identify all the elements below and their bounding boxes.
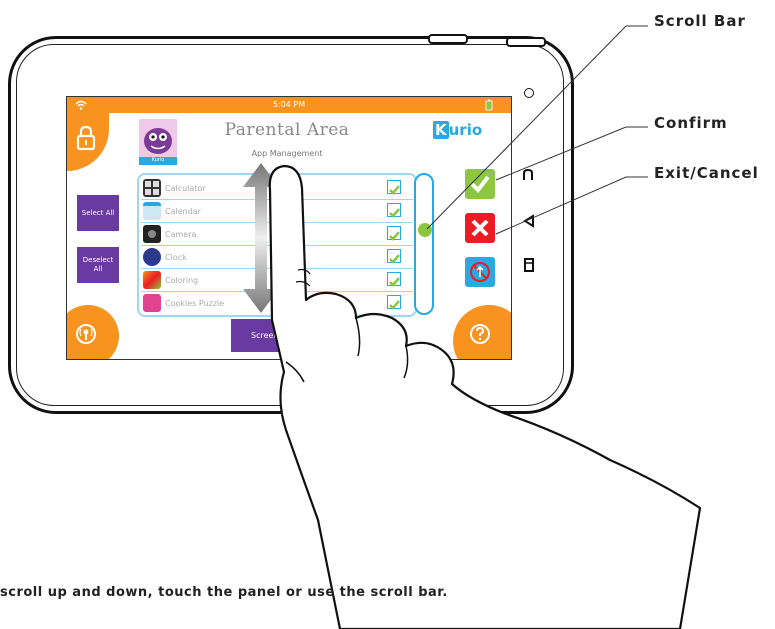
callout-lines [426,25,648,235]
caption-text: scroll up and down, touch the panel or u… [0,585,448,600]
callout-confirm: Confirm [654,114,728,132]
callout-exit-cancel: Exit/Cancel [654,164,759,182]
callout-scroll-bar: Scroll Bar [654,12,746,30]
